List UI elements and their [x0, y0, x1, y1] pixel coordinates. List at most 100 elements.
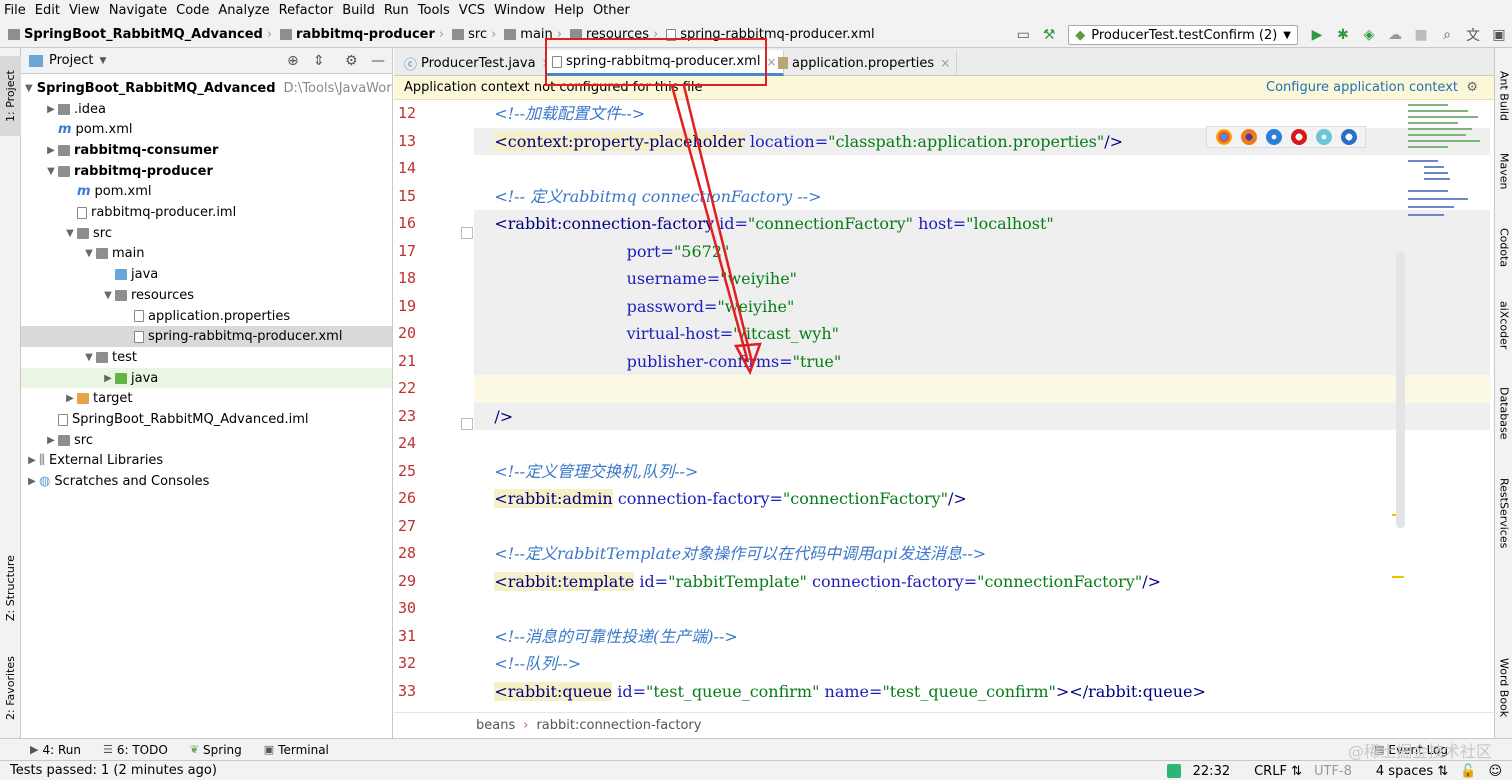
- crumb-project[interactable]: SpringBoot_RabbitMQ_Advanced ›: [8, 27, 276, 42]
- menu-analyze[interactable]: Analyze: [218, 0, 269, 22]
- inspector-icon[interactable]: ☺: [1488, 764, 1502, 779]
- search-icon[interactable]: ⌕: [1438, 26, 1456, 44]
- tree-item[interactable]: ▶ src: [21, 430, 392, 451]
- tree-item[interactable]: ▼ test: [21, 347, 392, 368]
- chevron-right-icon[interactable]: ▶: [44, 435, 58, 446]
- edge-icon[interactable]: [1340, 129, 1357, 145]
- status-message[interactable]: Tests passed: 1 (2 minutes ago): [10, 763, 217, 778]
- fold-marker-icon[interactable]: [461, 418, 473, 430]
- editor-scrollbar[interactable]: [1396, 252, 1405, 528]
- build-hammer-icon[interactable]: ⚒: [1040, 26, 1058, 44]
- tree-item[interactable]: application.properties: [21, 306, 392, 327]
- locate-icon[interactable]: ⊕: [287, 53, 299, 69]
- aixcoder-tool-tab[interactable]: aiXcoder: [1495, 292, 1512, 358]
- coverage-icon[interactable]: ◈: [1360, 26, 1378, 44]
- menu-navigate[interactable]: Navigate: [109, 0, 167, 22]
- opera-icon[interactable]: [1290, 129, 1307, 145]
- codota-tool-tab[interactable]: Codota: [1495, 218, 1512, 278]
- tree-item[interactable]: ▶ rabbitmq-consumer: [21, 140, 392, 161]
- menu-other[interactable]: Other: [593, 0, 630, 22]
- line-separator[interactable]: CRLF ⇅: [1242, 764, 1302, 779]
- chevron-down-icon[interactable]: ▼: [99, 56, 106, 66]
- chevron-down-icon[interactable]: ▼: [44, 166, 58, 177]
- menu-refactor[interactable]: Refactor: [279, 0, 334, 22]
- maven-tool-tab[interactable]: Maven: [1495, 144, 1512, 198]
- chrome-icon[interactable]: [1215, 129, 1232, 145]
- layout-icon[interactable]: ▭: [1014, 26, 1032, 44]
- debug-icon[interactable]: ✱: [1334, 26, 1352, 44]
- word-book-tool-tab[interactable]: Word Book: [1495, 648, 1512, 728]
- lock-icon[interactable]: 🔓: [1460, 764, 1476, 779]
- menu-window[interactable]: Window: [494, 0, 545, 22]
- chevron-down-icon[interactable]: ▼: [82, 352, 96, 363]
- safari-icon[interactable]: [1265, 129, 1282, 145]
- tree-item[interactable]: m pom.xml: [21, 182, 392, 203]
- tree-item[interactable]: rabbitmq-producer.iml: [21, 202, 392, 223]
- firefox-icon[interactable]: [1240, 129, 1257, 145]
- breadcrumb-beans[interactable]: beans: [476, 718, 515, 733]
- close-icon[interactable]: ×: [940, 56, 950, 70]
- code-view[interactable]: <!--加载配置文件--> <context:property-placehol…: [474, 100, 1490, 712]
- tree-item[interactable]: SpringBoot_RabbitMQ_Advanced.iml: [21, 409, 392, 430]
- tab-application-properties[interactable]: application.properties ×: [772, 50, 958, 76]
- code-minimap[interactable]: [1404, 100, 1488, 230]
- plugin-status-icon[interactable]: [1166, 764, 1181, 778]
- chevron-right-icon[interactable]: ▶: [63, 393, 77, 404]
- tree-item[interactable]: ▼ SpringBoot_RabbitMQ_Advanced D:\Tools\Ja…: [21, 78, 392, 99]
- menu-file[interactable]: File: [4, 0, 26, 22]
- crumb-src[interactable]: src ›: [452, 27, 500, 42]
- tree-item[interactable]: ▶ java: [21, 367, 392, 389]
- translate-icon[interactable]: 文: [1464, 26, 1482, 44]
- tree-item[interactable]: ▼ resources: [21, 285, 392, 306]
- breadcrumb-connection-factory[interactable]: rabbit:connection-factory: [536, 718, 701, 733]
- chevron-down-icon[interactable]: ▼: [63, 228, 77, 239]
- menu-view[interactable]: View: [69, 0, 100, 22]
- project-tool-tab[interactable]: 1: Project: [0, 56, 21, 136]
- spring-tool-tab[interactable]: ❦ Spring: [190, 743, 242, 757]
- ant-build-tool-tab[interactable]: Ant Build: [1495, 58, 1512, 134]
- stop-icon[interactable]: ■: [1412, 26, 1430, 44]
- caret-position[interactable]: 22:32: [1193, 764, 1230, 779]
- ide-icon[interactable]: ▣: [1490, 26, 1508, 44]
- project-view-selector[interactable]: Project: [49, 53, 93, 68]
- gear-icon[interactable]: ⚙: [1466, 80, 1478, 95]
- menu-vcs[interactable]: VCS: [459, 0, 485, 22]
- tree-item[interactable]: ▼ src: [21, 223, 392, 244]
- menu-run[interactable]: Run: [384, 0, 409, 22]
- chevron-right-icon[interactable]: ▶: [44, 104, 58, 115]
- chevron-down-icon[interactable]: ▼: [82, 248, 96, 259]
- tree-item[interactable]: ▼ main: [21, 244, 392, 265]
- tab-producer-test[interactable]: ⓒProducerTest.java×: [398, 50, 559, 76]
- profile-icon[interactable]: ☁: [1386, 26, 1404, 44]
- file-encoding[interactable]: UTF-8: [1314, 764, 1352, 779]
- favorites-tool-tab[interactable]: 2: Favorites: [0, 648, 21, 728]
- database-tool-tab[interactable]: Database: [1495, 378, 1512, 448]
- chevron-down-icon[interactable]: ▼: [101, 290, 115, 301]
- tree-item[interactable]: spring-rabbitmq-producer.xml: [21, 326, 392, 348]
- indent-setting[interactable]: 4 spaces ⇅: [1364, 764, 1448, 779]
- ie-icon[interactable]: [1315, 129, 1332, 145]
- tree-item[interactable]: ▶ ⫼ External Libraries: [21, 451, 392, 472]
- tree-item[interactable]: ▼ rabbitmq-producer: [21, 161, 392, 182]
- chevron-right-icon[interactable]: ▶: [25, 476, 39, 487]
- collapse-icon[interactable]: ⇕: [313, 53, 325, 69]
- configure-context-link[interactable]: Configure application context: [1266, 80, 1458, 95]
- run-tool-tab[interactable]: ▶ 4: Run: [30, 743, 81, 757]
- tree-item[interactable]: ▶ ◍ Scratches and Consoles: [21, 471, 392, 492]
- menu-tools[interactable]: Tools: [418, 0, 450, 22]
- tree-item[interactable]: ▶ target: [21, 389, 392, 410]
- todo-tool-tab[interactable]: ☰ 6: TODO: [103, 743, 168, 757]
- gear-icon[interactable]: ⚙: [345, 53, 358, 69]
- run-configuration-select[interactable]: ◆ ProducerTest.testConfirm (2) ▼: [1068, 25, 1298, 45]
- hide-icon[interactable]: —: [371, 53, 385, 69]
- tree-item[interactable]: java: [21, 264, 392, 285]
- menu-help[interactable]: Help: [554, 0, 584, 22]
- menu-code[interactable]: Code: [176, 0, 209, 22]
- menu-edit[interactable]: Edit: [35, 0, 60, 22]
- crumb-module[interactable]: rabbitmq-producer ›: [280, 27, 448, 42]
- tree-item[interactable]: m pom.xml: [21, 119, 392, 140]
- chevron-right-icon[interactable]: ▶: [25, 455, 39, 466]
- chevron-down-icon[interactable]: ▼: [25, 83, 33, 94]
- structure-tool-tab[interactable]: Z: Structure: [0, 548, 21, 628]
- restservices-tool-tab[interactable]: RestServices: [1495, 468, 1512, 558]
